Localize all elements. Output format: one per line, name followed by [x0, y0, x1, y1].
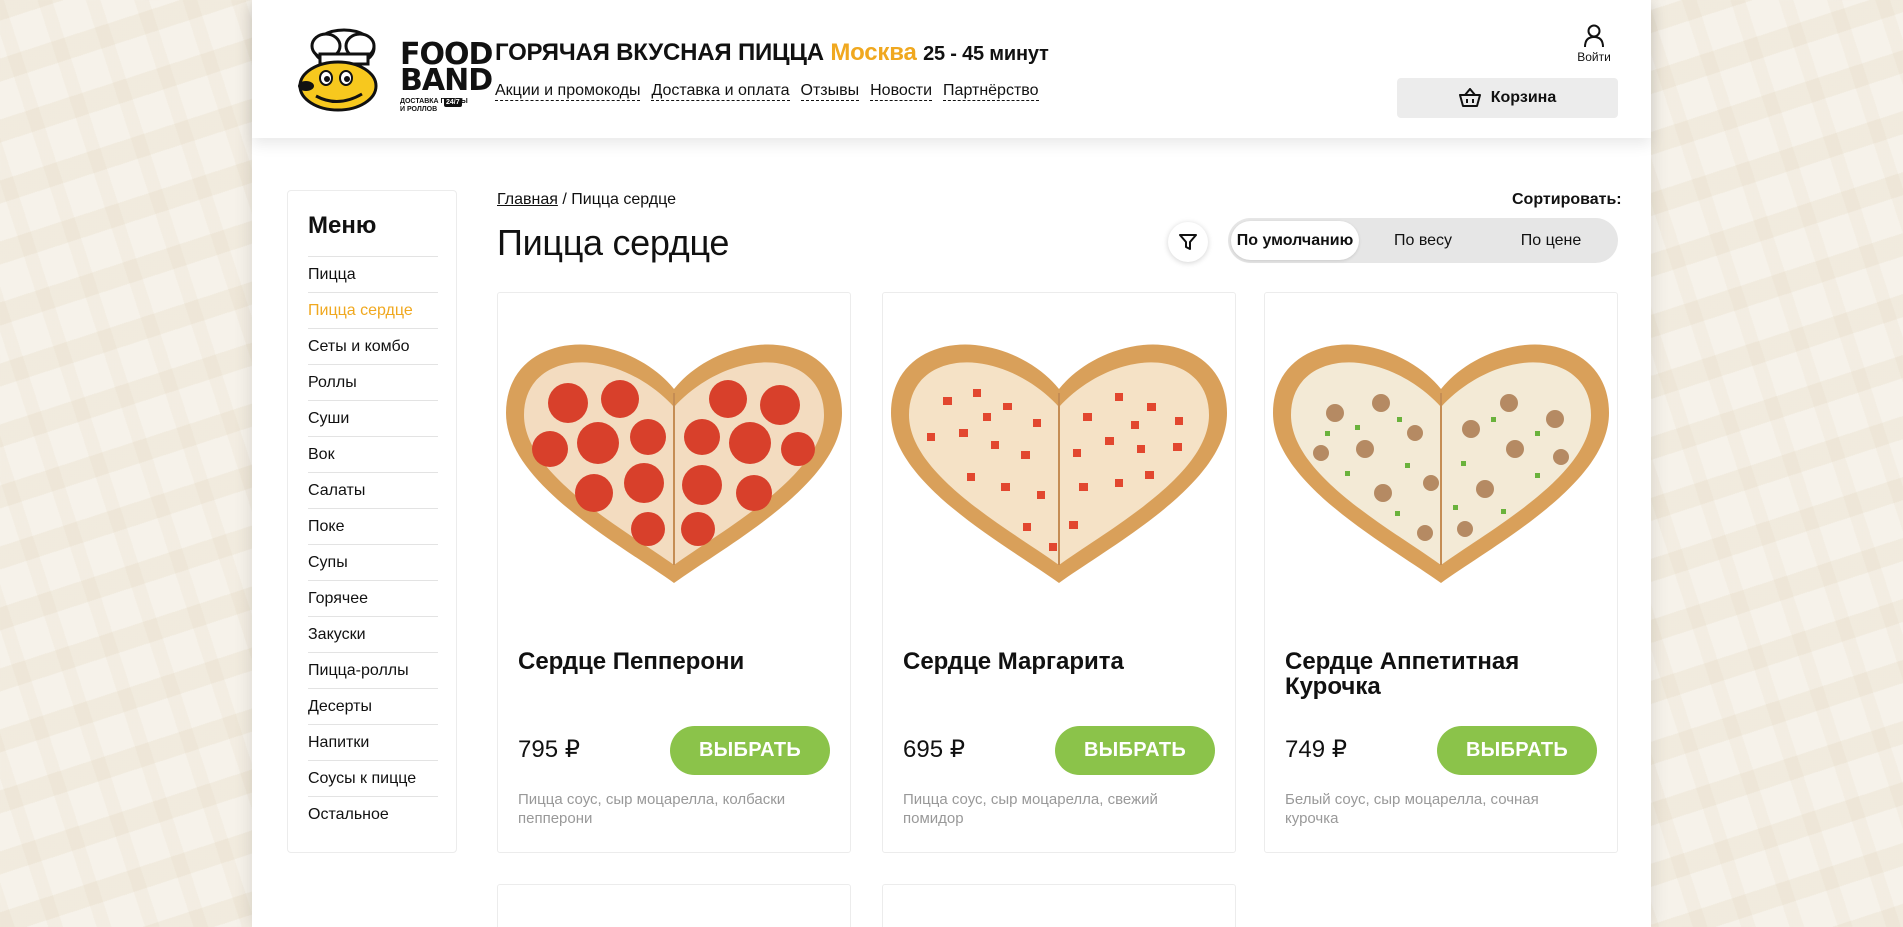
sort-option-default[interactable]: По умолчанию	[1231, 221, 1359, 260]
sidebar-item-salads[interactable]: Салаты	[308, 472, 438, 508]
nav-link-delivery[interactable]: Доставка и оплата	[651, 81, 790, 101]
sidebar-item-poke[interactable]: Поке	[308, 508, 438, 544]
product-card[interactable]: Сердце Пепперони 795 ₽ ВЫБРАТЬ Пицца соу…	[497, 292, 851, 853]
sidebar-title: Меню	[308, 212, 377, 239]
select-button[interactable]: ВЫБРАТЬ	[1055, 726, 1215, 775]
city-selector[interactable]: Москва	[830, 39, 916, 66]
nav-link-promos[interactable]: Акции и промокоды	[495, 81, 641, 101]
product-description: Белый соус, сыр моцарелла, сочная курочк…	[1285, 791, 1539, 827]
product-description: Пицца соус, сыр моцарелла, колбаски пепп…	[518, 791, 786, 827]
sidebar-menu: Меню Пицца Пицца сердце Сеты и комбо Рол…	[287, 190, 457, 853]
login-button[interactable]: Войти	[1564, 24, 1624, 64]
product-card-partial[interactable]	[882, 884, 1236, 927]
site-header: FOOD BAND ДОСТАВКА ПИЦЦЫ И РОЛЛОВ 24/7 Г…	[252, 0, 1651, 138]
filter-icon	[1179, 234, 1197, 250]
sidebar-item-other[interactable]: Остальное	[308, 796, 438, 832]
cart-label: Корзина	[1490, 89, 1557, 106]
page-container: FOOD BAND ДОСТАВКА ПИЦЦЫ И РОЛЛОВ 24/7 Г…	[252, 0, 1651, 927]
sort-option-price[interactable]: По цене	[1487, 221, 1615, 260]
product-card[interactable]: Сердце Маргарита 695 ₽ ВЫБРАТЬ Пицца соу…	[882, 292, 1236, 853]
select-button[interactable]: ВЫБРАТЬ	[670, 726, 830, 775]
product-price: 795 ₽	[518, 736, 580, 763]
sidebar-item-drinks[interactable]: Напитки	[308, 724, 438, 760]
sort-toggle: По умолчанию По весу По цене	[1228, 218, 1618, 263]
sidebar-list: Пицца Пицца сердце Сеты и комбо Роллы Су…	[308, 256, 438, 832]
filter-button[interactable]	[1168, 222, 1208, 262]
basket-icon	[1458, 88, 1481, 107]
top-nav: Акции и промокоды Доставка и оплата Отзы…	[495, 81, 1039, 101]
logo-wordmark: FOOD BAND	[400, 40, 493, 98]
product-price: 749 ₽	[1285, 736, 1347, 763]
nav-link-partnership[interactable]: Партнёрство	[943, 81, 1039, 101]
product-card-partial[interactable]	[497, 884, 851, 927]
sort-option-weight[interactable]: По весу	[1359, 221, 1487, 260]
sidebar-item-heart-pizza[interactable]: Пицца сердце	[308, 292, 438, 328]
sidebar-item-sets[interactable]: Сеты и комбо	[308, 328, 438, 364]
breadcrumb: Главная / Пицца сердце	[497, 191, 676, 209]
breadcrumb-home[interactable]: Главная	[497, 191, 558, 208]
login-label: Войти	[1577, 50, 1611, 64]
delivery-time: 25 - 45 минут	[923, 43, 1049, 65]
sidebar-item-sauces[interactable]: Соусы к пицце	[308, 760, 438, 796]
sort-label: Сортировать:	[1512, 191, 1622, 208]
product-name[interactable]: Сердце Аппетитная Курочка	[1285, 649, 1595, 699]
product-image[interactable]	[1265, 313, 1617, 613]
sidebar-item-pizza-rolls[interactable]: Пицца-роллы	[308, 652, 438, 688]
product-name[interactable]: Сердце Маргарита	[903, 649, 1213, 674]
heart-pizza-chicken-image	[1273, 344, 1609, 583]
tagline-main: ГОРЯЧАЯ ВКУСНАЯ ПИЦЦА	[495, 39, 824, 66]
breadcrumb-separator: /	[562, 191, 567, 208]
product-card[interactable]: Сердце Аппетитная Курочка 749 ₽ ВЫБРАТЬ …	[1264, 292, 1618, 853]
logo-badge: 24/7	[444, 98, 462, 107]
nav-link-news[interactable]: Новости	[870, 81, 933, 101]
product-image[interactable]	[883, 313, 1235, 613]
sidebar-item-pizza[interactable]: Пицца	[308, 256, 438, 292]
product-price: 695 ₽	[903, 736, 965, 763]
mascot-icon	[298, 28, 378, 112]
product-name[interactable]: Сердце Пепперони	[518, 649, 828, 674]
product-description: Пицца соус, сыр моцарелла, свежий помидо…	[903, 791, 1158, 827]
sidebar-item-soups[interactable]: Супы	[308, 544, 438, 580]
header-tagline: ГОРЯЧАЯ ВКУСНАЯ ПИЦЦА Москва 25 - 45 мин…	[495, 39, 1049, 67]
sidebar-item-sushi[interactable]: Суши	[308, 400, 438, 436]
sidebar-item-snacks[interactable]: Закуски	[308, 616, 438, 652]
sidebar-item-rolls[interactable]: Роллы	[308, 364, 438, 400]
breadcrumb-current: Пицца сердце	[571, 191, 677, 208]
sidebar-item-desserts[interactable]: Десерты	[308, 688, 438, 724]
select-button[interactable]: ВЫБРАТЬ	[1437, 726, 1597, 775]
heart-pizza-pepperoni-image	[506, 344, 842, 583]
page-title: Пицца сердце	[497, 222, 730, 263]
logo-line-2: BAND	[400, 62, 493, 98]
heart-pizza-margherita-image	[891, 344, 1227, 583]
user-icon	[1584, 24, 1604, 48]
sidebar-item-hot[interactable]: Горячее	[308, 580, 438, 616]
cart-button[interactable]: Корзина	[1397, 78, 1618, 118]
logo[interactable]: FOOD BAND ДОСТАВКА ПИЦЦЫ И РОЛЛОВ 24/7	[286, 26, 493, 114]
sidebar-item-wok[interactable]: Вок	[308, 436, 438, 472]
nav-link-reviews[interactable]: Отзывы	[800, 81, 860, 101]
product-image[interactable]	[498, 313, 850, 613]
